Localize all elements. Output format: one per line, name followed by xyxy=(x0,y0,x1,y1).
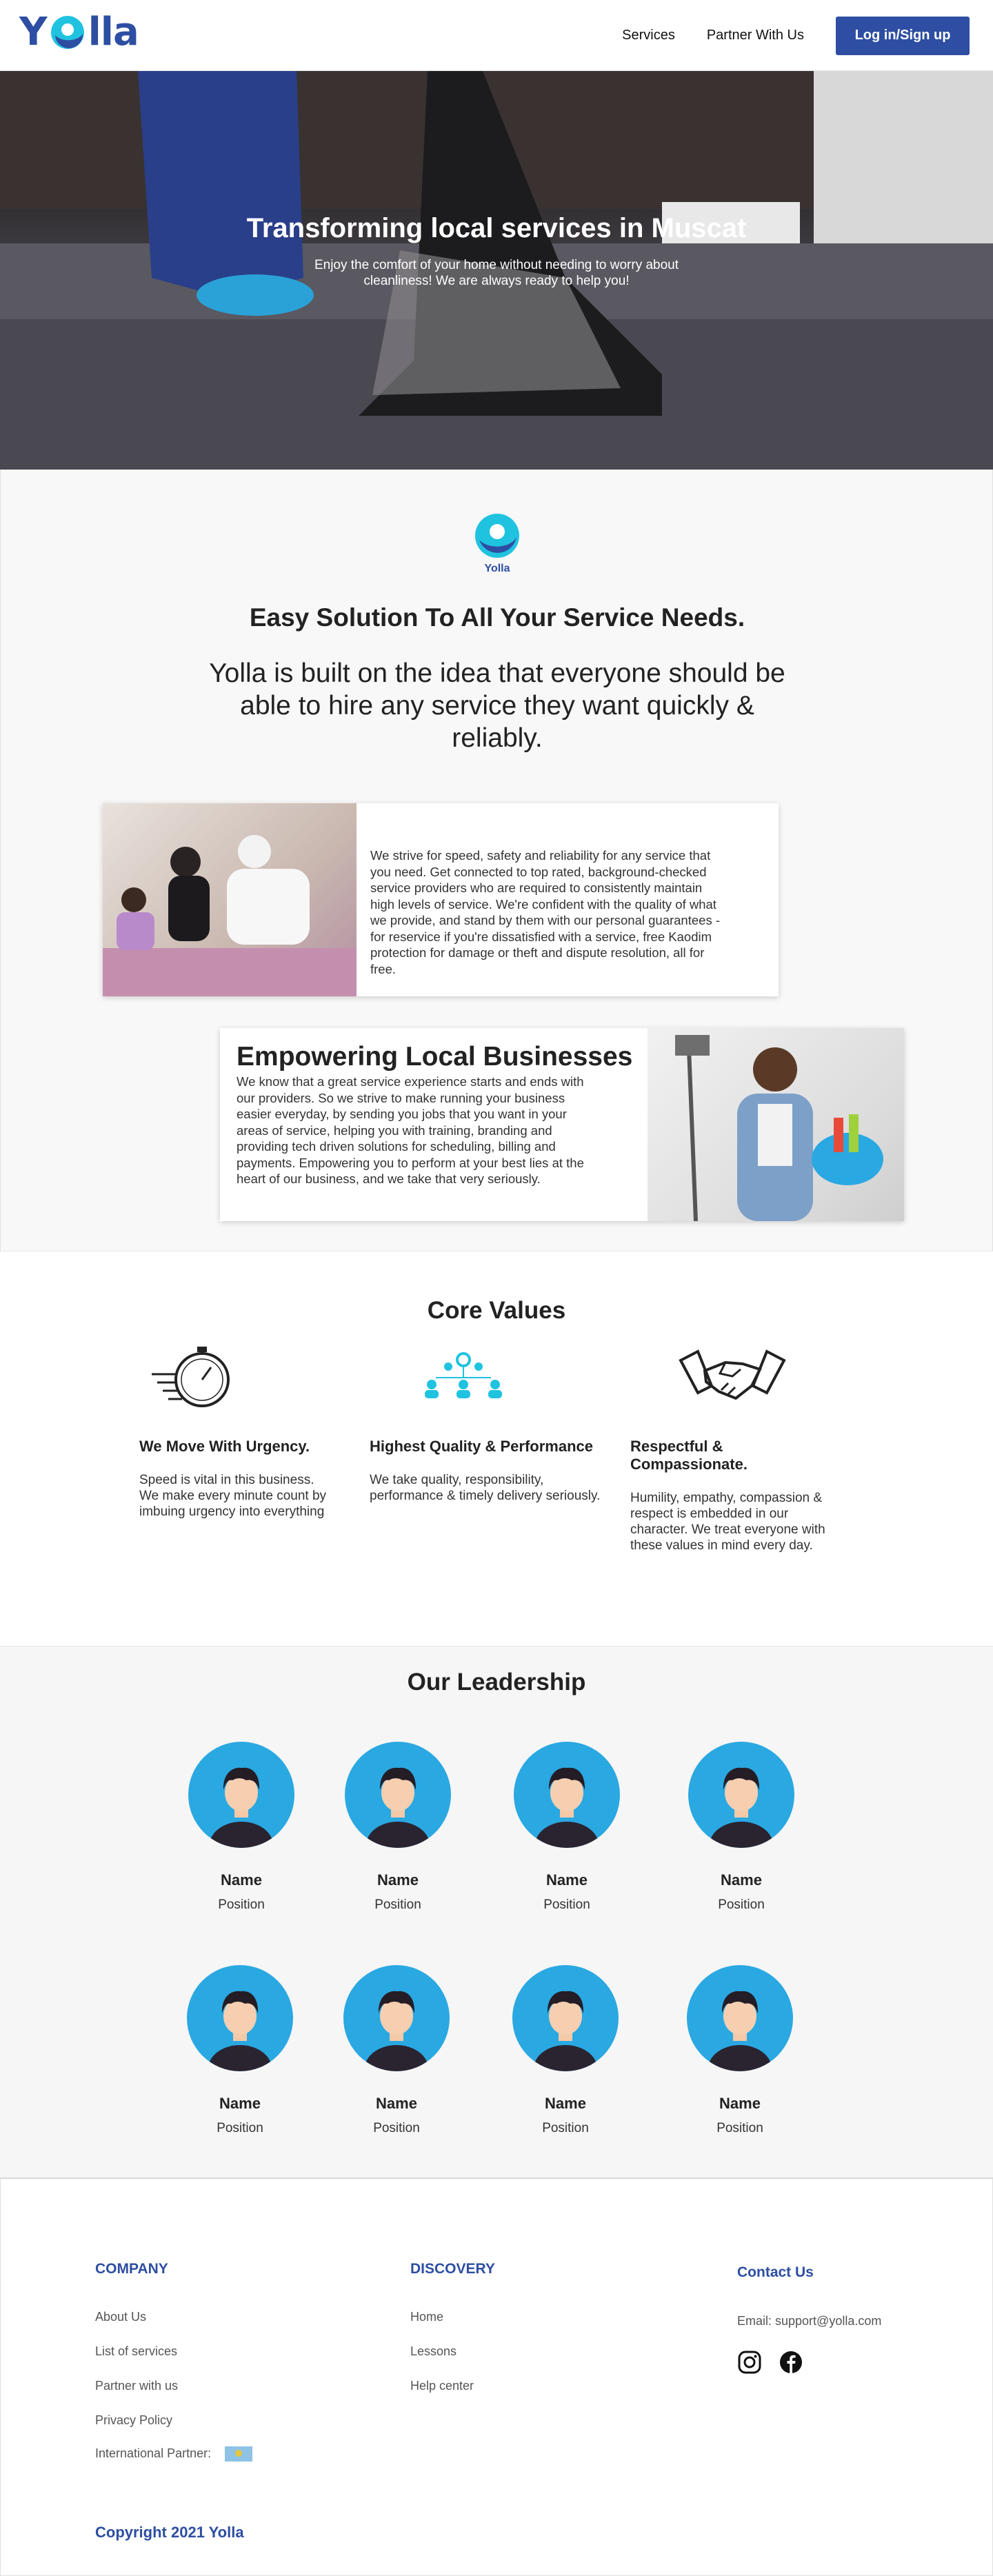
leader-name: Name xyxy=(377,1871,419,1889)
value-respect: Respectful & Compassionate. Humility, em… xyxy=(630,1340,837,1553)
leader-card: Name Position xyxy=(343,1742,453,1913)
core-values-section: Core Values We Move With Urgency. Speed … xyxy=(0,1251,993,1646)
leader-position: Position xyxy=(218,1898,265,1912)
yolla-logo[interactable]: Y lla xyxy=(19,10,139,54)
intro-logo-caption: Yolla xyxy=(484,563,510,574)
intro-section: Yolla Easy Solution To All Your Service … xyxy=(0,470,993,1251)
handshake-icon xyxy=(630,1340,837,1416)
family-photo xyxy=(103,803,357,996)
nav-services[interactable]: Services xyxy=(622,28,675,43)
value-respect-desc: Humility, empathy, compassion & respect … xyxy=(630,1491,825,1553)
speed-safety-text: We strive for speed, safety and reliabil… xyxy=(370,848,720,976)
hero-banner: Transforming local services in Muscat En… xyxy=(0,71,993,470)
leader-name: Name xyxy=(376,2095,417,2112)
cleaner-photo xyxy=(648,1028,904,1221)
login-signup-button[interactable]: Log in/Sign up xyxy=(836,16,970,55)
copyright: Copyright 2021 Yolla xyxy=(95,2524,244,2541)
leader-position: Position xyxy=(374,1898,421,1912)
intro-heading: Easy Solution To All Your Service Needs. xyxy=(249,603,745,632)
value-urgency-title: We Move With Urgency. xyxy=(139,1438,310,1455)
social-links xyxy=(737,2350,803,2375)
leader-card: Name Position xyxy=(186,1742,297,1913)
value-urgency-desc: Speed is vital in this business. We make… xyxy=(139,1473,327,1519)
footer-link-about-us[interactable]: About Us xyxy=(95,2310,146,2324)
avatar xyxy=(343,1965,450,2071)
value-quality-title: Highest Quality & Performance xyxy=(370,1438,593,1455)
leader-position: Position xyxy=(373,2121,420,2135)
empowering-card: Empowering Local Businesses We know that… xyxy=(220,1028,904,1221)
main-nav: Services Partner With Us Log in/Sign up xyxy=(622,0,993,71)
leader-card: Name Position xyxy=(512,1742,622,1913)
value-quality-desc: We take quality, responsibility, perform… xyxy=(370,1473,601,1503)
avatar xyxy=(345,1742,451,1848)
instagram-icon[interactable] xyxy=(737,2350,762,2375)
hero-subtitle: Enjoy the comfort of your home without n… xyxy=(314,258,679,288)
team-network-icon xyxy=(370,1340,604,1416)
leader-card: Name Position xyxy=(341,1965,452,2136)
leader-name: Name xyxy=(219,2095,261,2112)
leader-name: Name xyxy=(721,1871,762,1889)
empowering-text: We know that a great service experience … xyxy=(237,1074,584,1186)
avatar xyxy=(688,1742,794,1848)
avatar xyxy=(188,1742,294,1848)
leader-card: Name Position xyxy=(185,1965,295,2136)
footer-discovery-title: DISCOVERY xyxy=(410,2261,495,2277)
leader-position: Position xyxy=(718,1898,765,1912)
yolla-pin-icon xyxy=(475,514,519,558)
logo-mark-icon xyxy=(50,15,84,49)
footer-email[interactable]: Email: support@yolla.com xyxy=(737,2314,881,2328)
site-header: Y lla Services Partner With Us Log in/Si… xyxy=(0,0,993,71)
value-quality: Highest Quality & Performance We take qu… xyxy=(370,1340,604,1504)
logo-letters-lla: lla xyxy=(88,10,139,54)
footer-link-help-center[interactable]: Help center xyxy=(410,2379,474,2393)
leader-name: Name xyxy=(221,1871,262,1889)
avatar xyxy=(687,1965,793,2071)
footer-link-privacy-policy[interactable]: Privacy Policy xyxy=(95,2413,172,2428)
leader-card: Name Position xyxy=(685,1965,795,2136)
footer-link-lessons[interactable]: Lessons xyxy=(410,2344,457,2359)
leader-position: Position xyxy=(542,2121,589,2135)
leader-name: Name xyxy=(546,1871,588,1889)
leader-card: Name Position xyxy=(686,1742,796,1913)
footer-contact-title: Contact Us xyxy=(737,2264,814,2280)
leader-position: Position xyxy=(716,2121,763,2135)
logo-letter-y: Y xyxy=(19,10,48,54)
value-respect-title: Respectful & Compassionate. xyxy=(630,1438,748,1473)
intro-logo: Yolla xyxy=(470,511,525,575)
leader-card: Name Position xyxy=(510,1965,621,2136)
leader-name: Name xyxy=(719,2095,761,2112)
footer-international-partner: International Partner: xyxy=(95,2446,253,2462)
intro-paragraph: Yolla is built on the idea that everyone… xyxy=(209,658,785,753)
speed-safety-card: We strive for speed, safety and reliabil… xyxy=(103,803,779,996)
international-partner-label: International Partner: xyxy=(95,2446,212,2460)
leadership-title: Our Leadership xyxy=(407,1669,586,1695)
core-values-title: Core Values xyxy=(427,1297,566,1324)
kazakhstan-flag-icon[interactable] xyxy=(225,2446,253,2462)
site-footer: COMPANY About Us List of services Partne… xyxy=(0,2179,993,2576)
avatar xyxy=(514,1742,620,1848)
avatar xyxy=(187,1965,293,2071)
footer-company-title: COMPANY xyxy=(95,2261,168,2277)
footer-link-partner-with-us[interactable]: Partner with us xyxy=(95,2379,178,2393)
leader-position: Position xyxy=(543,1898,590,1912)
empowering-title: Empowering Local Businesses xyxy=(237,1042,633,1071)
facebook-icon[interactable] xyxy=(779,2350,803,2375)
stopwatch-icon xyxy=(139,1340,330,1416)
nav-partner-with-us[interactable]: Partner With Us xyxy=(707,28,804,43)
footer-link-list-of-services[interactable]: List of services xyxy=(95,2344,177,2359)
avatar xyxy=(512,1965,619,2071)
leader-position: Position xyxy=(217,2121,263,2135)
footer-link-home[interactable]: Home xyxy=(410,2310,443,2324)
leadership-section: Our Leadership Name Position Name Position N… xyxy=(0,1646,993,2179)
value-urgency: We Move With Urgency. Speed is vital in … xyxy=(139,1340,330,1520)
hero-title: Transforming local services in Muscat xyxy=(246,213,747,243)
leader-name: Name xyxy=(545,2095,586,2112)
